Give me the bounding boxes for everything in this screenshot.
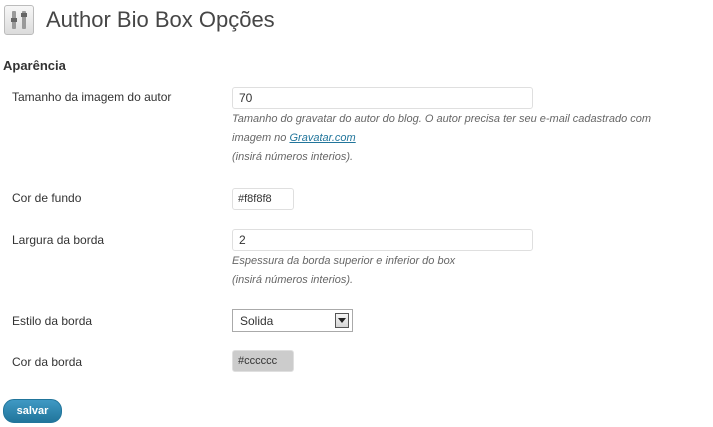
border-width-input[interactable] bbox=[232, 229, 533, 251]
border-width-label: Largura da borda bbox=[12, 233, 105, 247]
border-style-selected: Solida bbox=[240, 313, 274, 328]
image-size-desc-prefix: imagem no bbox=[232, 132, 290, 144]
image-size-desc-line1: Tamanho do gravatar do autor do blog. O … bbox=[232, 113, 652, 125]
border-color-label: Cor da borda bbox=[12, 355, 83, 369]
border-style-select[interactable]: Solida bbox=[232, 309, 353, 332]
save-button[interactable]: salvar bbox=[3, 399, 62, 423]
border-color-input[interactable] bbox=[232, 350, 294, 372]
settings-tools-icon bbox=[4, 5, 34, 35]
chevron-down-icon[interactable] bbox=[335, 313, 349, 328]
page-title: Author Bio Box Opções bbox=[46, 7, 275, 32]
image-size-label: Tamanho da imagem do autor bbox=[12, 90, 172, 104]
image-size-desc-line2: imagem no Gravatar.com bbox=[232, 129, 651, 148]
border-width-description: Espessura da borda superior e inferior d… bbox=[232, 252, 455, 290]
image-size-description: Tamanho do gravatar do autor do blog. O … bbox=[232, 110, 651, 167]
page-header: Author Bio Box Opções bbox=[4, 4, 275, 36]
section-title: Aparência bbox=[3, 58, 66, 73]
gravatar-link[interactable]: Gravatar.com bbox=[289, 132, 355, 144]
image-size-desc-line3: (insirá números interios). bbox=[232, 151, 354, 163]
border-width-desc-line1: Espessura da borda superior e inferior d… bbox=[232, 255, 456, 267]
background-color-input[interactable] bbox=[232, 188, 294, 210]
border-style-label: Estilo da borda bbox=[12, 314, 93, 328]
background-color-label: Cor de fundo bbox=[12, 191, 82, 205]
border-width-desc-line2: (insirá números interios). bbox=[232, 274, 354, 286]
image-size-input[interactable] bbox=[232, 87, 533, 109]
